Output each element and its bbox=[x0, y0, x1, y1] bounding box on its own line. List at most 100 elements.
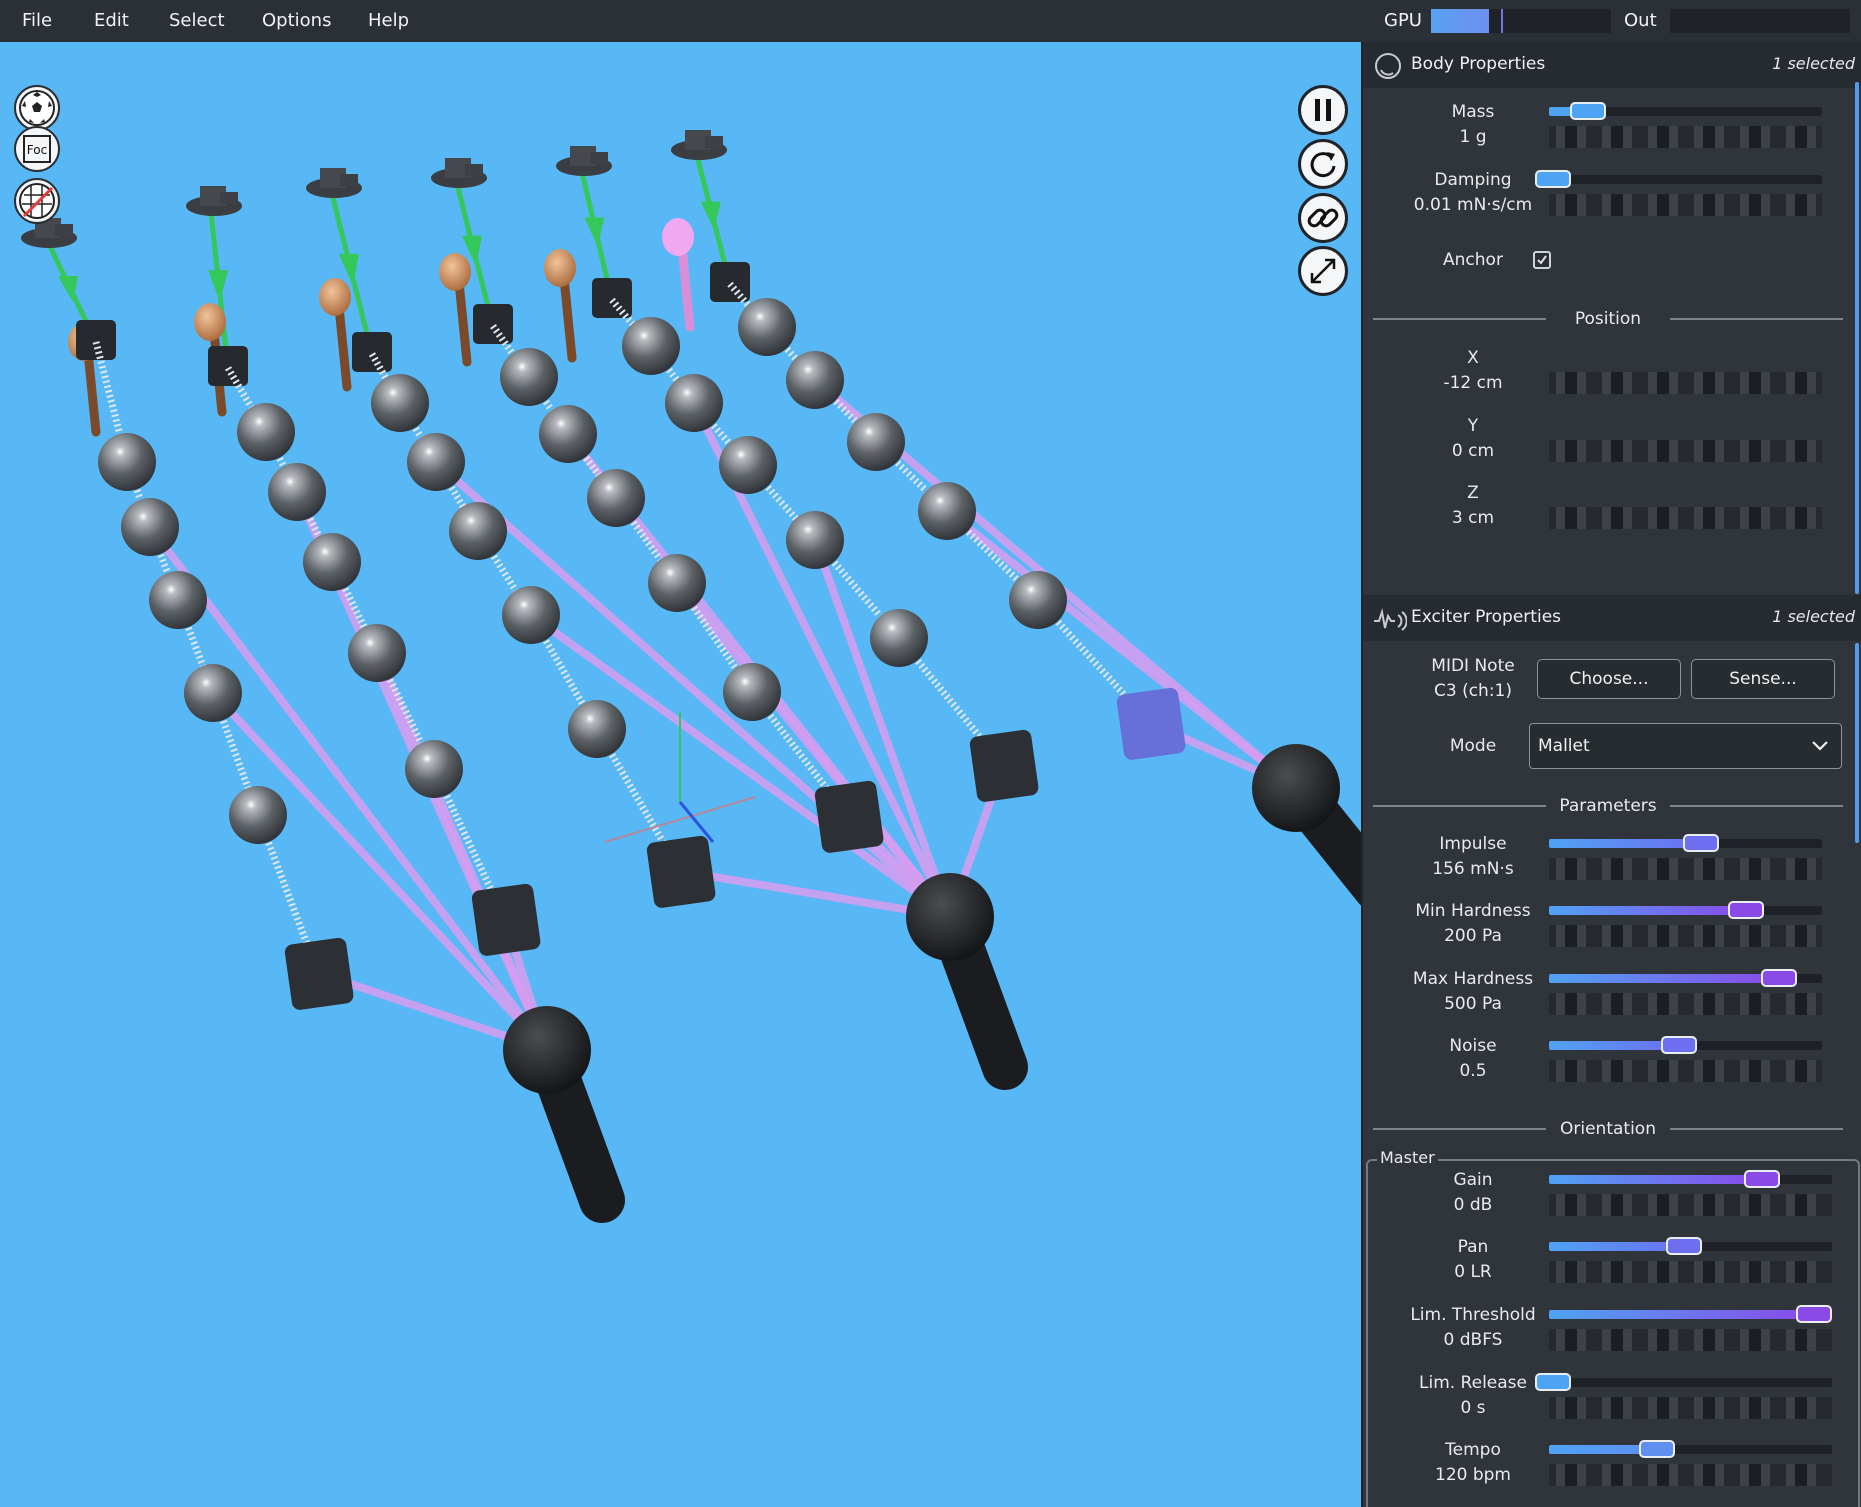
end-block bbox=[969, 729, 1039, 802]
anchor-checkbox[interactable] bbox=[1533, 251, 1551, 269]
orientation-heading: Orientation bbox=[1560, 1119, 1656, 1139]
soccer-ball-icon[interactable] bbox=[14, 85, 60, 131]
mass-ball bbox=[870, 609, 928, 667]
slider-handle[interactable] bbox=[1535, 1373, 1571, 1391]
impulse-slider[interactable] bbox=[1549, 834, 1822, 852]
body-properties-header[interactable]: Body Properties 1 selected bbox=[1363, 42, 1861, 88]
slider-handle[interactable] bbox=[1665, 1237, 1702, 1255]
menu-options[interactable]: Options bbox=[262, 0, 331, 42]
slider-fill bbox=[1549, 1175, 1762, 1184]
mass-ball bbox=[738, 298, 796, 356]
mass-ball bbox=[303, 533, 361, 591]
slider-handle[interactable] bbox=[1728, 901, 1765, 919]
physics-scene[interactable] bbox=[0, 42, 1361, 1507]
mass-ball bbox=[502, 586, 560, 644]
hammer-head bbox=[319, 278, 351, 316]
choose-midi-button[interactable]: Choose... bbox=[1537, 659, 1681, 699]
menu-select[interactable]: Select bbox=[169, 0, 225, 42]
slider-fill bbox=[1549, 1310, 1814, 1319]
grid-disabled-icon[interactable] bbox=[14, 178, 60, 224]
damping-modulation-strip bbox=[1549, 194, 1822, 216]
slider-fill bbox=[1549, 974, 1779, 983]
slider-handle[interactable] bbox=[1570, 102, 1607, 120]
excitation-line bbox=[373, 649, 551, 1054]
focus-icon-text: Foc bbox=[27, 143, 47, 157]
mass-ball bbox=[121, 498, 179, 556]
exciter-scrollbar[interactable] bbox=[1855, 643, 1859, 843]
slider-handle[interactable] bbox=[1535, 170, 1571, 188]
position-divider-right bbox=[1670, 318, 1843, 320]
sense-midi-button[interactable]: Sense... bbox=[1691, 659, 1835, 699]
tempo-modulation-strip bbox=[1549, 1464, 1832, 1486]
hammer-head bbox=[194, 303, 226, 341]
mass-ball bbox=[719, 436, 777, 494]
orientation-divider-right bbox=[1670, 1128, 1843, 1130]
fixed-block bbox=[352, 332, 392, 372]
gain-slider[interactable] bbox=[1549, 1170, 1832, 1188]
mass-ball bbox=[539, 405, 597, 463]
pause-icon[interactable] bbox=[1298, 85, 1348, 135]
mass-ball bbox=[500, 348, 558, 406]
mode-select[interactable]: Mallet bbox=[1529, 723, 1842, 769]
reset-icon[interactable] bbox=[1298, 139, 1348, 189]
slider-handle[interactable] bbox=[1760, 969, 1797, 987]
max-hardness-slider[interactable] bbox=[1549, 969, 1822, 987]
slider-handle[interactable] bbox=[1683, 834, 1720, 852]
mass-ball bbox=[449, 502, 507, 560]
mallet-head bbox=[1252, 744, 1340, 832]
lim-threshold-slider[interactable] bbox=[1549, 1305, 1832, 1323]
anchor-post bbox=[340, 174, 358, 186]
body-scrollbar[interactable] bbox=[1855, 82, 1859, 594]
exciter-selection-count: 1 selected bbox=[1772, 607, 1855, 626]
fixed-block bbox=[710, 262, 750, 302]
focus-icon[interactable]: Foc bbox=[14, 126, 60, 172]
hammer-handle bbox=[454, 277, 472, 367]
fixed-block bbox=[473, 304, 513, 344]
body-icon bbox=[1375, 53, 1401, 79]
chevron-down-icon bbox=[1812, 741, 1828, 751]
slider-handle[interactable] bbox=[1796, 1305, 1832, 1323]
noise-slider[interactable] bbox=[1549, 1036, 1822, 1054]
slider-handle[interactable] bbox=[1639, 1440, 1676, 1458]
check-icon bbox=[1537, 255, 1547, 265]
x-modulation-strip bbox=[1549, 372, 1822, 394]
fullscreen-icon[interactable] bbox=[1298, 246, 1348, 296]
exciter-properties-header[interactable]: Exciter Properties 1 selected bbox=[1363, 595, 1861, 641]
slider-handle[interactable] bbox=[1660, 1036, 1697, 1054]
end-block bbox=[471, 883, 541, 956]
properties-panel: Body Properties 1 selected Mass 1 g Damp… bbox=[1361, 42, 1861, 1507]
slider-fill bbox=[1549, 1041, 1679, 1050]
position-heading: Position bbox=[1574, 309, 1642, 329]
mass-ball bbox=[268, 463, 326, 521]
x-label: X bbox=[1467, 348, 1479, 368]
slider-handle[interactable] bbox=[1743, 1170, 1780, 1188]
hammer-handle bbox=[334, 302, 352, 392]
anchor-post bbox=[220, 192, 238, 204]
exciter-properties-title: Exciter Properties bbox=[1411, 607, 1562, 627]
hammer-handle bbox=[559, 273, 577, 363]
mass-ball bbox=[348, 624, 406, 682]
parameters-divider-left bbox=[1373, 805, 1546, 807]
anchor-post bbox=[705, 136, 723, 148]
link-icon[interactable] bbox=[1298, 193, 1348, 243]
position-divider-left bbox=[1373, 318, 1546, 320]
menu-help[interactable]: Help bbox=[368, 0, 409, 42]
max-hardness-modulation-strip bbox=[1549, 993, 1822, 1015]
damping-slider[interactable] bbox=[1535, 170, 1822, 188]
gpu-meter-peak bbox=[1501, 9, 1503, 33]
lim-release-slider[interactable] bbox=[1535, 1373, 1832, 1391]
3d-viewport[interactable]: Foc bbox=[0, 42, 1361, 1507]
impulse-modulation-strip bbox=[1549, 858, 1822, 880]
end-block bbox=[1116, 687, 1186, 760]
mass-slider[interactable] bbox=[1549, 102, 1822, 120]
min-hardness-slider[interactable] bbox=[1549, 901, 1822, 919]
slider-fill bbox=[1549, 1242, 1684, 1251]
menu-file[interactable]: File bbox=[22, 0, 52, 42]
pan-slider[interactable] bbox=[1549, 1237, 1832, 1255]
tempo-slider[interactable] bbox=[1549, 1440, 1832, 1458]
mass-ball bbox=[237, 403, 295, 461]
z-modulation-strip bbox=[1549, 507, 1822, 529]
slider-fill bbox=[1549, 839, 1702, 848]
body-properties-title: Body Properties bbox=[1411, 54, 1546, 74]
menu-edit[interactable]: Edit bbox=[94, 0, 129, 42]
